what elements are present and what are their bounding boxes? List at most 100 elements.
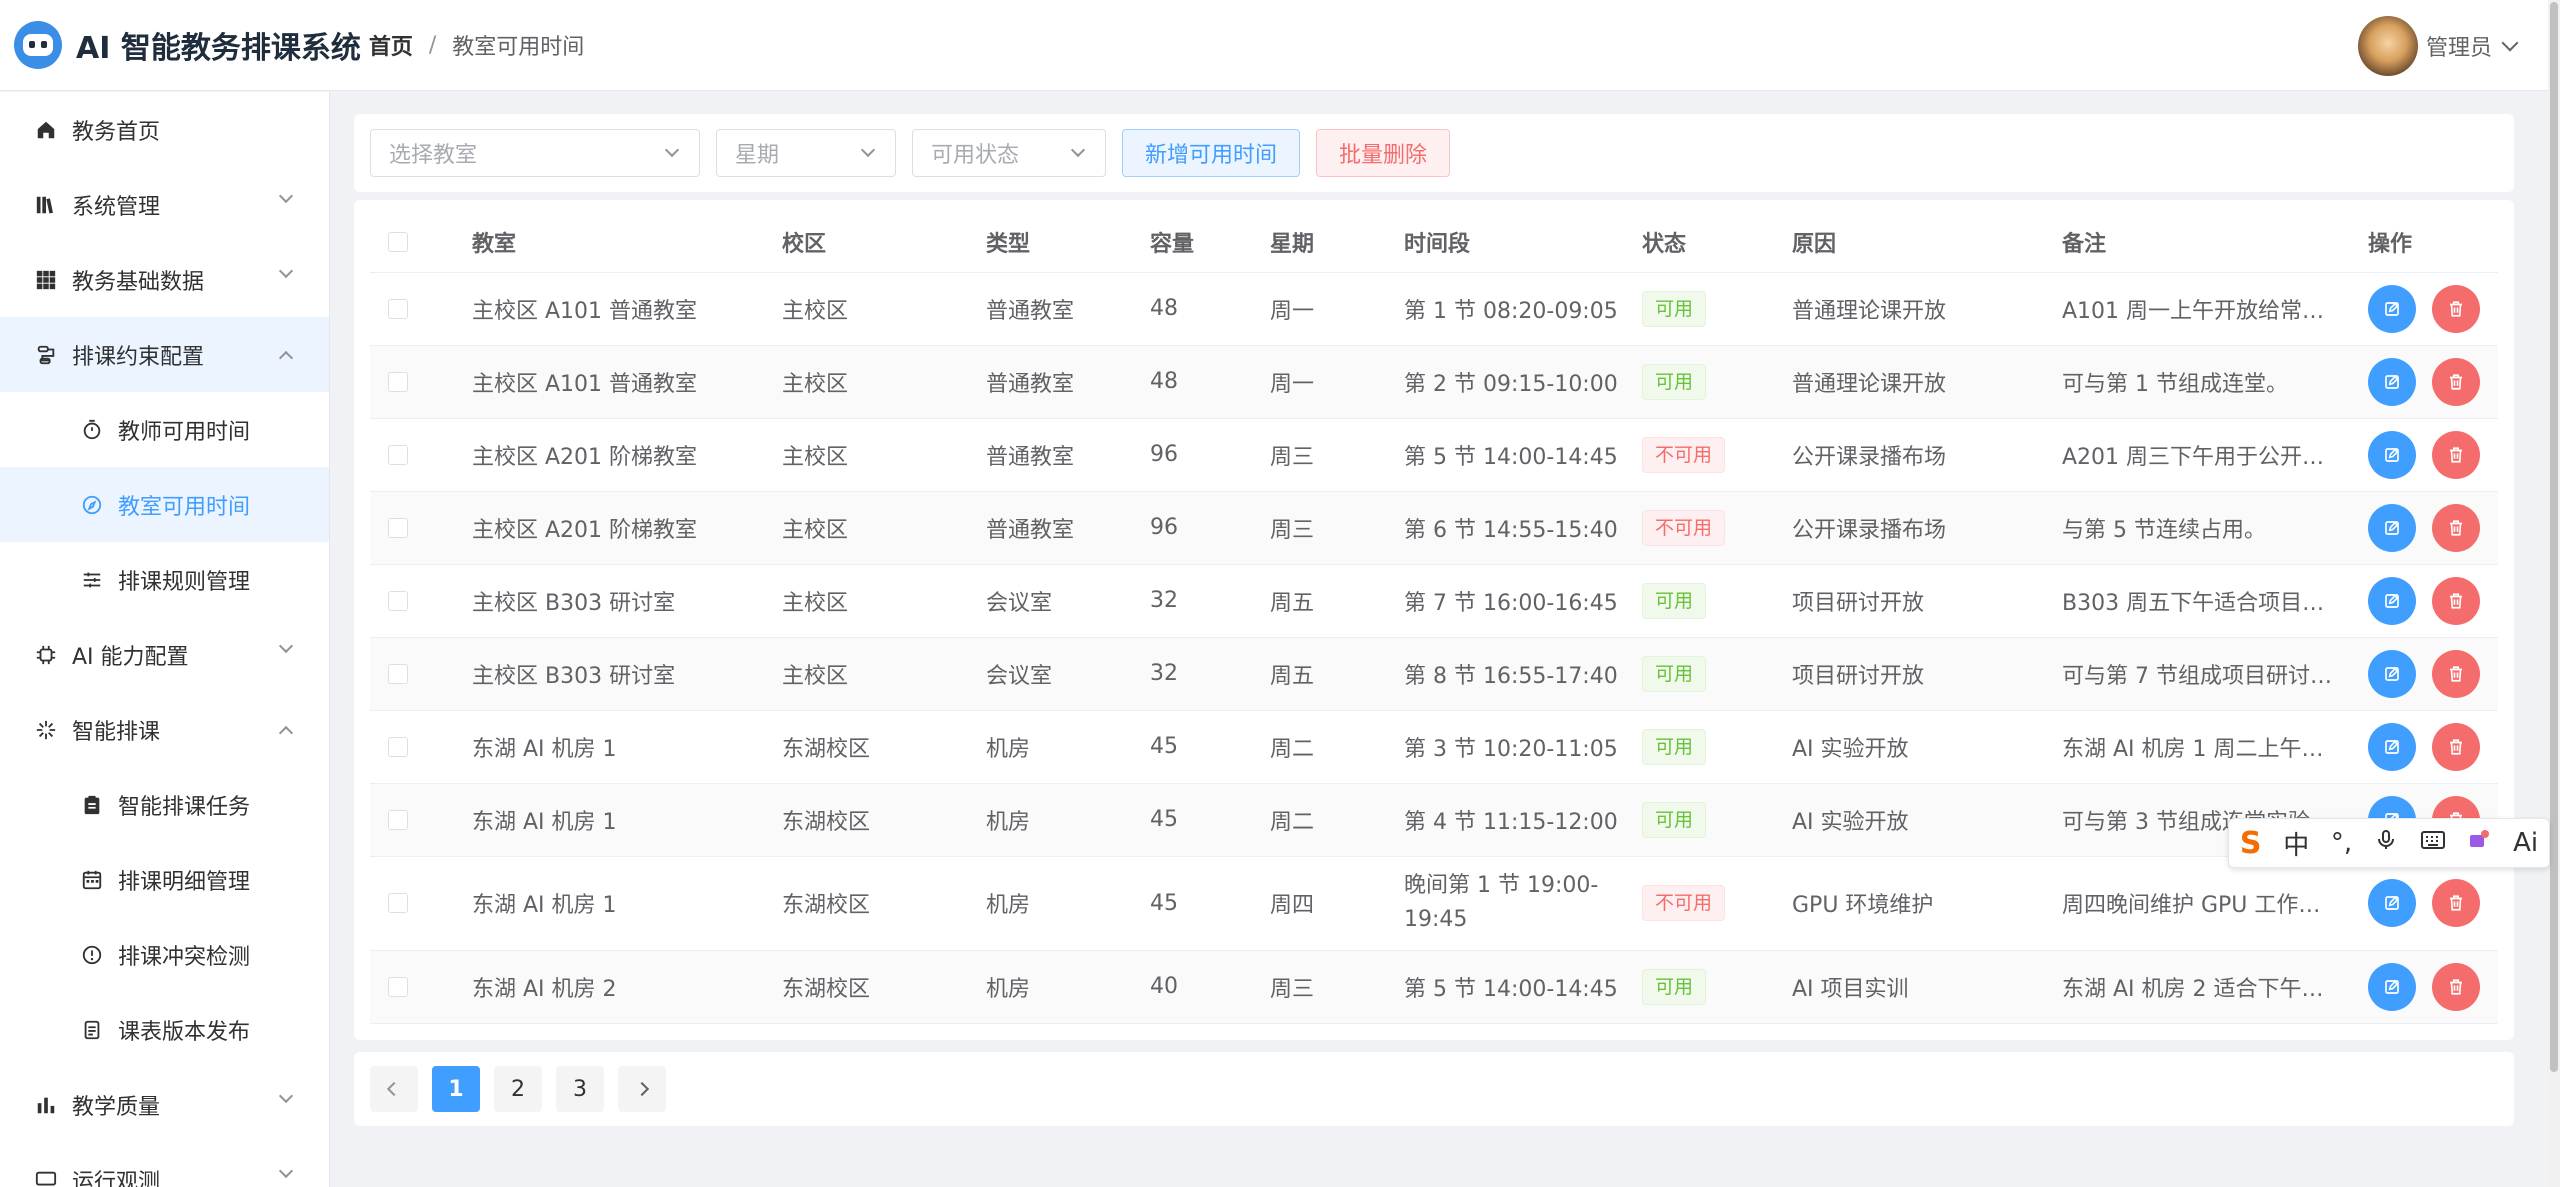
row-checkbox[interactable] bbox=[388, 893, 408, 913]
sidebar-item-teaching-quality[interactable]: 教学质量 bbox=[0, 1067, 329, 1142]
row-checkbox[interactable] bbox=[388, 517, 408, 538]
row-checkbox[interactable] bbox=[388, 371, 408, 392]
sidebar-item-teacher-availability[interactable]: 教师可用时间 bbox=[0, 392, 329, 467]
edit-button[interactable] bbox=[2368, 962, 2416, 1011]
row-checkbox[interactable] bbox=[388, 444, 408, 465]
chevron-down-icon[interactable] bbox=[2501, 34, 2519, 52]
ime-ai-button[interactable]: Ai bbox=[2513, 828, 2538, 858]
status-select[interactable]: 可用状态 bbox=[912, 129, 1106, 177]
sidebar-item-observability[interactable]: 运行观测 bbox=[0, 1142, 329, 1187]
prev-page-button[interactable] bbox=[370, 1066, 418, 1112]
column-header: 备注 bbox=[2062, 212, 2368, 273]
table-row[interactable]: 主校区 A101 普通教室 主校区 普通教室 48 周一第 2 节 09:15-10:0… bbox=[370, 345, 2498, 419]
cell-actions bbox=[2368, 345, 2498, 419]
sidebar-item-timetable-release[interactable]: 课表版本发布 bbox=[0, 992, 329, 1067]
microphone-icon[interactable] bbox=[2374, 828, 2398, 859]
timer-icon bbox=[80, 418, 104, 442]
cell-note: 东湖 AI 机房 2 适合下午项… bbox=[2062, 950, 2368, 1024]
sidebar-item-classroom-availability[interactable]: 教室可用时间 bbox=[0, 467, 329, 542]
sogou-logo-icon[interactable]: S bbox=[2240, 826, 2262, 861]
sidebar-item-ai-config[interactable]: AI 能力配置 bbox=[0, 617, 329, 692]
edit-button[interactable] bbox=[2368, 879, 2416, 927]
chevron-down-icon[interactable] bbox=[278, 1088, 294, 1104]
cell-room: 主校区 A101 普通教室 bbox=[472, 272, 782, 346]
table-row[interactable]: 主校区 A201 阶梯教室 主校区 普通教室 96 周三第 5 节 14:00-14:4… bbox=[370, 418, 2498, 492]
edit-button[interactable] bbox=[2368, 576, 2416, 625]
table-row[interactable]: 东湖 AI 机房 1 东湖校区 机房 45 周二第 4 节 11:15-12:00 可用 A… bbox=[370, 783, 2498, 857]
edit-button[interactable] bbox=[2368, 722, 2416, 771]
status-badge: 可用 bbox=[1642, 290, 1707, 327]
next-page-button[interactable] bbox=[618, 1066, 666, 1112]
delete-button[interactable] bbox=[2432, 722, 2480, 771]
settings-lines-icon bbox=[80, 568, 104, 592]
user-name[interactable]: 管理员 bbox=[2426, 30, 2492, 62]
column-header: 时间段 bbox=[1404, 212, 1642, 273]
table-row[interactable]: 东湖 AI 机房 1 东湖校区 机房 45 周二第 3 节 10:20-11:05 可用 A… bbox=[370, 710, 2498, 784]
chevron-down-icon[interactable] bbox=[278, 188, 294, 204]
edit-button[interactable] bbox=[2368, 649, 2416, 698]
sidebar-item-conflict-check[interactable]: 排课冲突检测 bbox=[0, 917, 329, 992]
sidebar-item-rule-management[interactable]: 排课规则管理 bbox=[0, 542, 329, 617]
sidebar-item-base-data[interactable]: 教务基础数据 bbox=[0, 242, 329, 317]
row-checkbox[interactable] bbox=[388, 809, 408, 830]
status-badge: 可用 bbox=[1642, 728, 1707, 765]
skin-icon[interactable] bbox=[2467, 828, 2491, 859]
table-row[interactable]: 主校区 A201 阶梯教室 主校区 普通教室 96 周三第 6 节 14:55-15:4… bbox=[370, 491, 2498, 565]
delete-button[interactable] bbox=[2432, 576, 2480, 625]
weekday-select[interactable]: 星期 bbox=[716, 129, 896, 177]
scrollbar-thumb[interactable] bbox=[2550, 2, 2558, 1072]
page-button-1[interactable]: 1 bbox=[432, 1066, 480, 1112]
breadcrumb-home[interactable]: 首页 bbox=[369, 29, 413, 61]
classroom-select[interactable]: 选择教室 bbox=[370, 129, 700, 177]
chevron-up-icon[interactable] bbox=[278, 350, 294, 366]
delete-button[interactable] bbox=[2432, 649, 2480, 698]
table-row[interactable]: 主校区 B303 研讨室 主校区 会议室 32 周五第 7 节 16:00-16:45 可… bbox=[370, 564, 2498, 638]
delete-button[interactable] bbox=[2432, 357, 2480, 406]
cell-type: 普通教室 bbox=[986, 491, 1150, 565]
delete-button[interactable] bbox=[2432, 284, 2480, 333]
user-menu[interactable]: 管理员 bbox=[2357, 16, 2520, 76]
table-row[interactable]: 东湖 AI 机房 1 东湖校区 机房 45 周四 晚间第 1 节 19:00-19:45 不… bbox=[370, 856, 2498, 951]
row-checkbox[interactable] bbox=[388, 976, 408, 997]
page-button-2[interactable]: 2 bbox=[494, 1066, 542, 1112]
delete-button[interactable] bbox=[2432, 430, 2480, 479]
chevron-up-icon[interactable] bbox=[278, 725, 294, 741]
row-checkbox[interactable] bbox=[388, 298, 408, 319]
edit-button[interactable] bbox=[2368, 503, 2416, 552]
keyboard-icon[interactable] bbox=[2420, 828, 2446, 859]
delete-button[interactable] bbox=[2432, 879, 2480, 927]
row-checkbox[interactable] bbox=[388, 590, 408, 611]
page-button-3[interactable]: 3 bbox=[556, 1066, 604, 1112]
robot-logo-icon[interactable] bbox=[14, 21, 62, 69]
chevron-down-icon[interactable] bbox=[278, 263, 294, 279]
delete-button[interactable] bbox=[2432, 503, 2480, 552]
row-checkbox[interactable] bbox=[388, 736, 408, 757]
sidebar-item-scheduling-task[interactable]: 智能排课任务 bbox=[0, 767, 329, 842]
page-scrollbar[interactable] bbox=[2548, 0, 2560, 1187]
sidebar-item-constraints[interactable]: 排课约束配置 bbox=[0, 317, 329, 392]
cell-capacity: 48 bbox=[1150, 345, 1270, 419]
delete-button[interactable] bbox=[2432, 962, 2480, 1011]
sidebar-item-schedule-detail[interactable]: 排课明细管理 bbox=[0, 842, 329, 917]
ime-punct-toggle[interactable]: °, bbox=[2331, 828, 2352, 858]
table-row[interactable]: 主校区 A101 普通教室 主校区 普通教室 48 周一第 1 节 08:20-09:0… bbox=[370, 272, 2498, 346]
edit-button[interactable] bbox=[2368, 430, 2416, 479]
sidebar-item-dashboard[interactable]: 教务首页 bbox=[0, 92, 329, 167]
sidebar-item-smart-scheduling[interactable]: 智能排课 bbox=[0, 692, 329, 767]
batch-delete-button[interactable]: 批量删除 bbox=[1316, 129, 1451, 177]
select-all-checkbox[interactable] bbox=[388, 231, 408, 252]
avatar[interactable] bbox=[2357, 16, 2418, 76]
edit-button[interactable] bbox=[2368, 357, 2416, 406]
sidebar-item-label: 排课明细管理 bbox=[118, 869, 251, 895]
row-checkbox[interactable] bbox=[388, 663, 408, 684]
add-availability-button[interactable]: 新增可用时间 bbox=[1122, 129, 1301, 177]
chevron-down-icon[interactable] bbox=[278, 1163, 294, 1179]
ime-mode-toggle[interactable]: 中 bbox=[2283, 825, 2309, 862]
sidebar-item-system[interactable]: 系统管理 bbox=[0, 167, 329, 242]
chevron-down-icon[interactable] bbox=[278, 638, 294, 654]
cell-room: 东湖 AI 机房 1 bbox=[472, 856, 782, 951]
table-row[interactable]: 主校区 B303 研讨室 主校区 会议室 32 周五第 8 节 16:55-17:40 可… bbox=[370, 637, 2498, 711]
cell-capacity: 45 bbox=[1150, 783, 1270, 857]
edit-button[interactable] bbox=[2368, 284, 2416, 333]
table-row[interactable]: 东湖 AI 机房 2 东湖校区 机房 40 周三第 5 节 14:00-14:45 可用 A… bbox=[370, 950, 2498, 1024]
